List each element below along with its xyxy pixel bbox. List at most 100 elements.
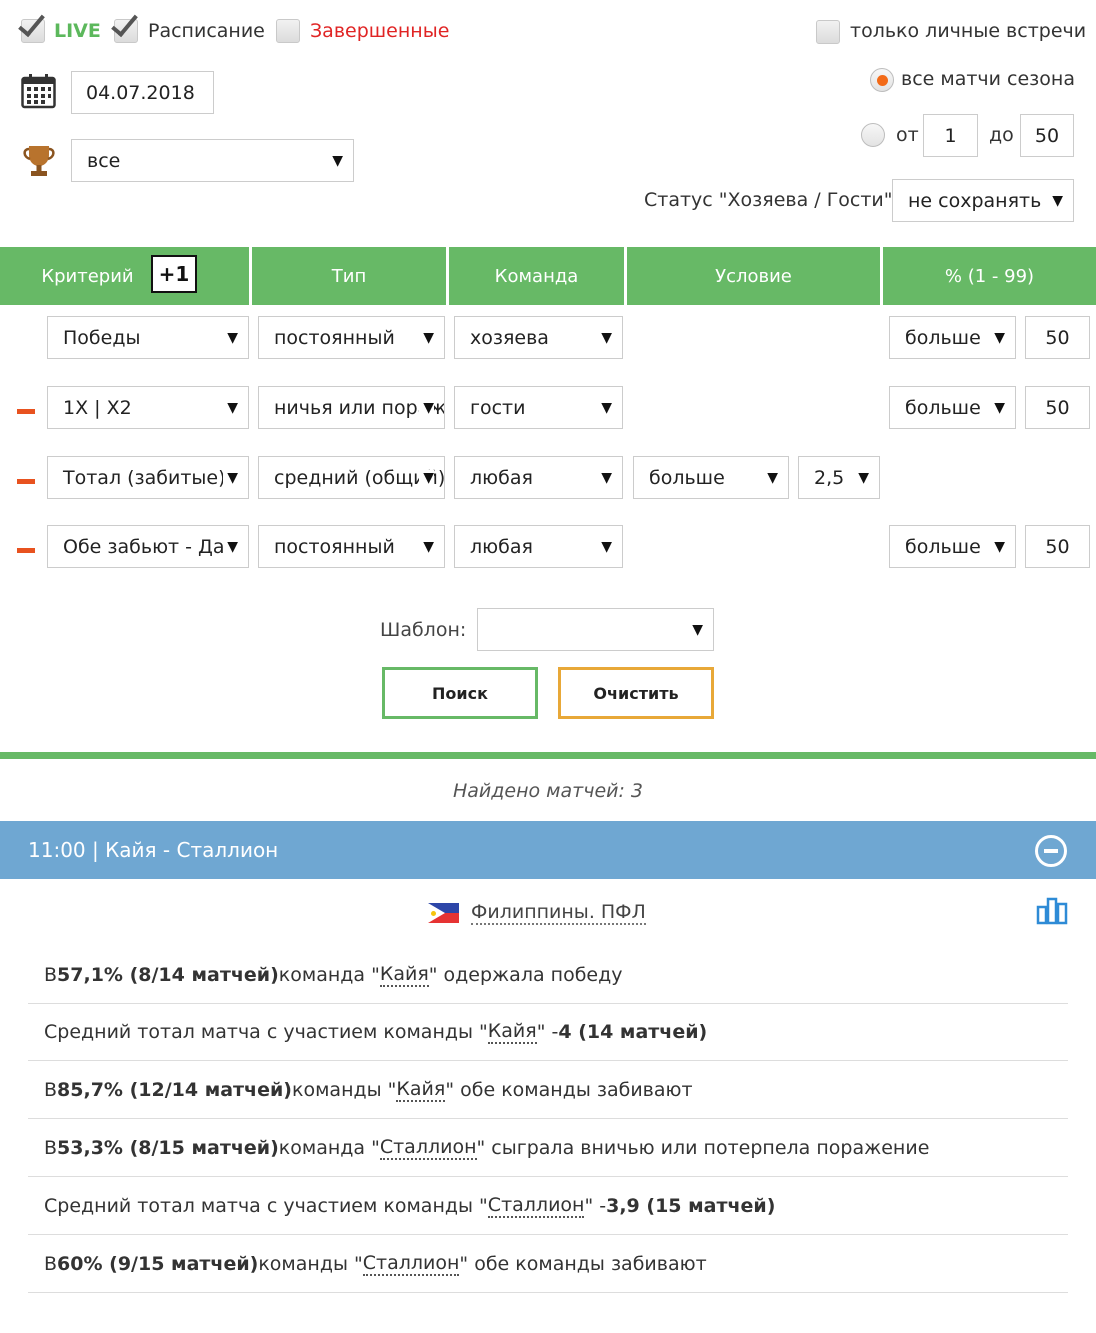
stat-row: В 53,3% (8/15 матчей) команда " Сталлион "… — [28, 1119, 1068, 1177]
criteria-table-header: Критерий +1 Тип Команда Условие % (1 - 9… — [0, 247, 1096, 305]
chevron-down-icon: ▼ — [223, 469, 238, 486]
criterion-value: Обе забьют - Да — [63, 535, 225, 558]
compare-value: больше — [905, 396, 981, 419]
schedule-label: Расписание — [148, 20, 265, 42]
h2h-label: только личные встречи — [850, 20, 1087, 42]
criterion-select[interactable]: Победы ▼ — [47, 316, 249, 359]
team-link[interactable]: Кайя — [396, 1078, 446, 1102]
league-select-value: все — [87, 149, 121, 172]
percent-input[interactable]: 50 — [1025, 316, 1090, 359]
from-input[interactable]: 1 — [923, 114, 978, 157]
status-label: Статус "Хозяева / Гости" — [644, 189, 893, 211]
team-link[interactable]: Кайя — [379, 963, 429, 987]
team-link[interactable]: Сталлион — [379, 1136, 477, 1160]
all-season-radio[interactable] — [870, 68, 894, 92]
from-label: от — [896, 124, 919, 146]
type-value: постоянный — [274, 326, 395, 349]
chevron-down-icon: ▼ — [854, 469, 869, 486]
type-value: постоянный — [274, 535, 395, 558]
team-link[interactable]: Сталлион — [362, 1252, 460, 1276]
found-count: Найдено матчей: 3 — [452, 780, 644, 802]
condition-value-select[interactable]: 2,5 ▼ — [798, 456, 880, 499]
chevron-down-icon: ▼ — [419, 538, 434, 555]
criterion-value: Тотал (забитые) — [63, 466, 226, 489]
type-select[interactable]: ничья или поражение▼ — [258, 386, 445, 429]
criterion-select[interactable]: Тотал (забитые) ▼ — [47, 456, 249, 499]
team-value: хозяева — [470, 326, 549, 349]
team-select[interactable]: гости ▼ — [454, 386, 623, 429]
trophy-icon — [21, 143, 57, 179]
chevron-down-icon: ▼ — [328, 152, 343, 169]
criterion-select[interactable]: 1X | X2 ▼ — [47, 386, 249, 429]
match-league: Филиппины. ПФЛ — [428, 901, 646, 925]
remove-row-button[interactable] — [17, 409, 35, 414]
percent-input[interactable]: 50 — [1025, 386, 1090, 429]
chevron-down-icon: ▼ — [990, 538, 1005, 555]
add-criterion-button[interactable]: +1 — [151, 255, 197, 293]
header-percent: % (1 - 99) — [944, 265, 1035, 287]
all-season-label: все матчи сезона — [901, 68, 1075, 90]
chevron-down-icon: ▼ — [688, 621, 703, 638]
league-link[interactable]: Филиппины. ПФЛ — [471, 901, 646, 925]
chevron-down-icon: ▼ — [419, 329, 434, 346]
chevron-down-icon: ▼ — [223, 399, 238, 416]
header-condition: Условие — [715, 265, 792, 287]
chevron-down-icon: ▼ — [597, 538, 612, 555]
header-team: Команда — [494, 265, 579, 287]
status-select-value: не сохранять — [908, 189, 1042, 212]
criterion-select[interactable]: Обе забьют - Да ▼ — [47, 525, 249, 568]
date-input[interactable]: 04.07.2018 — [71, 71, 214, 114]
search-button[interactable]: Поиск — [382, 667, 538, 719]
h2h-checkbox[interactable] — [816, 20, 840, 44]
remove-row-button[interactable] — [17, 479, 35, 484]
chevron-down-icon: ▼ — [223, 538, 238, 555]
compare-value: больше — [905, 326, 981, 349]
team-value: гости — [470, 396, 526, 419]
collapse-icon[interactable] — [1035, 835, 1067, 867]
finished-checkbox[interactable] — [276, 19, 300, 43]
range-radio[interactable] — [861, 123, 885, 147]
type-select[interactable]: постоянный ▼ — [258, 525, 445, 568]
status-select[interactable]: не сохранять ▼ — [892, 179, 1074, 222]
stat-row: В 85,7% (12/14 матчей) команды " Кайя " об… — [28, 1061, 1068, 1119]
stats-chart-icon[interactable] — [1036, 897, 1068, 925]
template-select[interactable]: ▼ — [477, 608, 714, 651]
chevron-down-icon: ▼ — [597, 329, 612, 346]
type-select[interactable]: средний (общий) ▼ — [258, 456, 445, 499]
live-checkbox[interactable] — [18, 8, 45, 43]
stat-row: Средний тотал матча с участием команды "… — [28, 1177, 1068, 1235]
compare-select[interactable]: больше ▼ — [889, 316, 1016, 359]
clear-button[interactable]: Очистить — [558, 667, 714, 719]
chevron-down-icon: ▼ — [990, 399, 1005, 416]
to-input[interactable]: 50 — [1020, 114, 1074, 157]
type-select[interactable]: постоянный ▼ — [258, 316, 445, 359]
match-header[interactable]: 11:00 | Кайя - Сталлион — [0, 821, 1096, 879]
condition-number: 2,5 — [814, 466, 845, 489]
percent-input[interactable]: 50 — [1025, 525, 1090, 568]
compare-select[interactable]: больше ▼ — [889, 525, 1016, 568]
to-label: до — [989, 124, 1014, 146]
chevron-down-icon: ▼ — [419, 469, 434, 486]
stat-row: В 60% (9/15 матчей) команды " Сталлион " о… — [28, 1235, 1068, 1293]
compare-select[interactable]: больше ▼ — [889, 386, 1016, 429]
team-link[interactable]: Сталлион — [487, 1194, 585, 1218]
team-select[interactable]: любая ▼ — [454, 456, 623, 499]
team-value: любая — [470, 535, 533, 558]
header-criterion: Критерий — [41, 265, 134, 287]
team-link[interactable]: Кайя — [487, 1020, 537, 1044]
match-title: 11:00 | Кайя - Сталлион — [28, 838, 279, 862]
schedule-checkbox[interactable] — [111, 8, 138, 43]
chevron-down-icon: ▼ — [597, 469, 612, 486]
league-select[interactable]: все ▼ — [71, 139, 354, 182]
calendar-icon[interactable] — [21, 73, 56, 109]
chevron-down-icon: ▼ — [1048, 192, 1063, 209]
condition-select[interactable]: больше ▼ — [633, 456, 789, 499]
compare-value: больше — [905, 535, 981, 558]
stat-row: Средний тотал матча с участием команды "… — [28, 1003, 1068, 1061]
chevron-down-icon: ▼ — [763, 469, 778, 486]
template-label: Шаблон: — [380, 619, 467, 641]
team-select[interactable]: хозяева ▼ — [454, 316, 623, 359]
remove-row-button[interactable] — [17, 548, 35, 553]
team-select[interactable]: любая ▼ — [454, 525, 623, 568]
section-divider — [0, 752, 1096, 759]
